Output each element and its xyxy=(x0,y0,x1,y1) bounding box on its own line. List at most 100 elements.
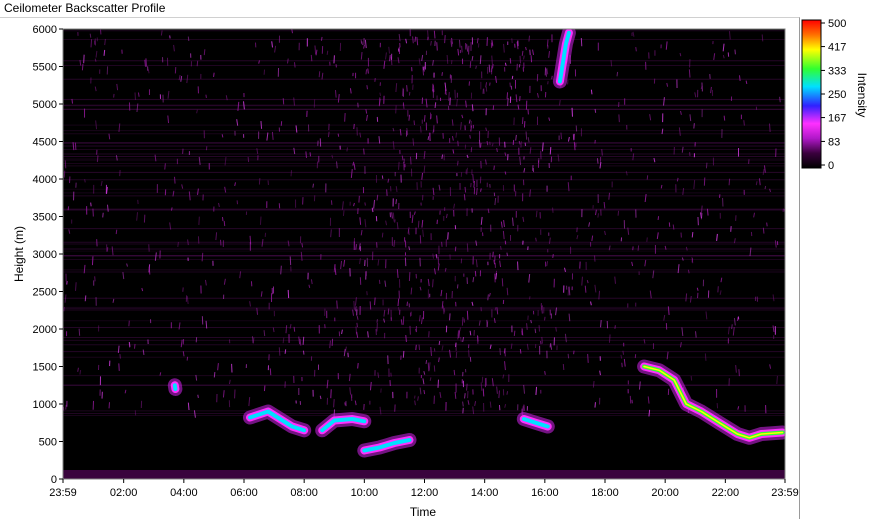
noise-speck xyxy=(449,313,451,321)
noise-speck xyxy=(371,207,374,213)
noise-speck xyxy=(134,343,136,349)
x-tick-label: 23:59 xyxy=(49,487,77,499)
noise-speck xyxy=(597,213,600,218)
noise-speck xyxy=(438,340,441,345)
noise-speck xyxy=(608,334,611,343)
noise-speck xyxy=(357,362,359,369)
noise-speck xyxy=(489,401,492,408)
noise-speck xyxy=(528,35,531,42)
noise-speck xyxy=(657,216,660,221)
noise-speck xyxy=(738,369,740,377)
noise-speck xyxy=(534,328,537,334)
noise-speck xyxy=(441,72,443,76)
noise-speck xyxy=(521,328,524,336)
noise-speck xyxy=(458,39,461,48)
noise-speck xyxy=(369,301,372,310)
noise-speck xyxy=(280,265,282,275)
noise-speck xyxy=(471,104,474,112)
noise-speck xyxy=(84,295,87,302)
noise-speck xyxy=(365,69,368,75)
noise-speck xyxy=(499,348,501,356)
noise-speck xyxy=(469,330,472,336)
noise-speck xyxy=(164,163,166,170)
noise-speck xyxy=(381,232,384,238)
noise-speck xyxy=(432,85,435,93)
noise-speck xyxy=(466,383,468,391)
noise-speck xyxy=(779,96,781,103)
noise-speck xyxy=(434,102,437,109)
noise-speck xyxy=(263,330,266,337)
noise-speck xyxy=(610,59,613,67)
noise-speck xyxy=(293,62,296,68)
noise-speck xyxy=(541,336,543,344)
noise-speck xyxy=(521,117,524,125)
y-tick-label: 5000 xyxy=(33,99,57,111)
x-tick-label: 22:00 xyxy=(712,487,740,499)
noise-speck xyxy=(387,308,390,315)
noise-speck xyxy=(346,147,348,152)
colorbar-tick-label: 83 xyxy=(828,136,840,148)
noise-speck xyxy=(177,241,179,248)
noise-speck xyxy=(568,313,571,322)
noise-speck xyxy=(500,245,502,250)
noise-speck xyxy=(776,375,778,385)
noise-speck xyxy=(407,229,410,236)
noise-speck xyxy=(423,115,426,122)
noise-speck xyxy=(353,300,355,310)
noise-speck xyxy=(646,237,648,242)
noise-speck xyxy=(174,176,176,184)
noise-speck xyxy=(406,85,408,92)
noise-speck xyxy=(441,154,444,159)
noise-speck xyxy=(222,390,225,398)
noise-speck xyxy=(526,323,528,330)
noise-speck xyxy=(494,307,497,311)
noise-speck xyxy=(521,50,524,56)
colorbar-tick-label: 333 xyxy=(828,65,846,77)
noise-speck xyxy=(648,409,651,417)
noise-speck xyxy=(445,90,447,96)
noise-speck xyxy=(363,148,365,155)
backscatter-chart: 0500100015002000250030003500400045005000… xyxy=(12,18,869,519)
noise-speck xyxy=(367,331,369,338)
noise-speck xyxy=(355,244,357,250)
y-tick-label: 3500 xyxy=(33,212,57,224)
noise-speck xyxy=(596,158,599,164)
noise-speck xyxy=(223,220,226,227)
x-tick-label: 16:00 xyxy=(531,487,559,499)
noise-speck xyxy=(441,241,443,247)
noise-speck xyxy=(336,161,338,169)
noise-speck xyxy=(187,36,190,42)
noise-speck xyxy=(672,224,675,230)
noise-speck xyxy=(581,276,583,286)
noise-speck xyxy=(329,340,331,349)
noise-speck xyxy=(356,322,358,328)
y-tick-label: 5500 xyxy=(33,62,57,74)
y-tick-label: 2000 xyxy=(33,324,57,336)
noise-speck xyxy=(693,123,695,129)
noise-speck xyxy=(260,121,263,129)
y-tick-label: 3000 xyxy=(33,249,57,261)
noise-speck xyxy=(344,113,346,122)
noise-speck xyxy=(528,296,531,300)
noise-speck xyxy=(89,33,92,38)
noise-speck xyxy=(293,326,296,332)
noise-speck xyxy=(359,217,362,225)
x-tick-label: 02:00 xyxy=(110,487,138,499)
noise-speck xyxy=(144,59,146,67)
x-tick-label: 14:00 xyxy=(471,487,499,499)
noise-speck xyxy=(81,63,84,71)
chart-window: Ceilometer Backscatter Profile 0 500 1000 1… xyxy=(0,0,872,519)
noise-speck xyxy=(423,389,426,395)
noise-speck xyxy=(488,64,491,73)
noise-speck xyxy=(378,279,381,285)
noise-speck xyxy=(366,85,368,90)
y-tick-label: 1000 xyxy=(33,399,57,411)
noise-speck xyxy=(525,131,528,140)
x-tick-label: 06:00 xyxy=(230,487,258,499)
noise-speck xyxy=(430,346,432,356)
noise-speck xyxy=(414,36,417,42)
noise-speck xyxy=(367,68,369,74)
noise-speck xyxy=(695,331,697,338)
noise-speck xyxy=(506,252,509,257)
noise-speck xyxy=(544,316,546,321)
